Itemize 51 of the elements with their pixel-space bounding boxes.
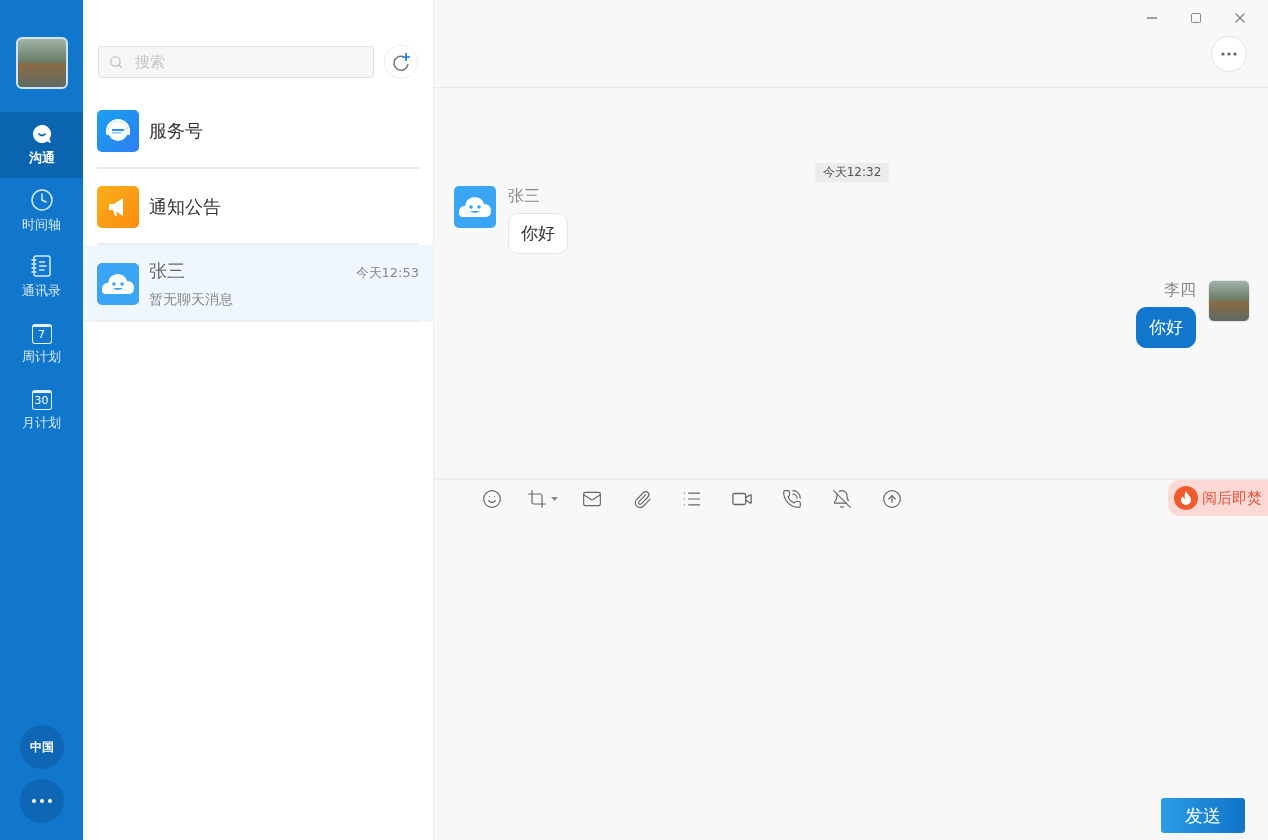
nav-tab[interactable]: 沟通 [0, 112, 83, 178]
headset-robot-icon [97, 110, 139, 152]
clock-icon [29, 188, 54, 212]
book-icon [29, 254, 54, 278]
nav-tab[interactable]: 30 月计划 [0, 376, 83, 442]
nav-label: 周计划 [22, 347, 61, 366]
mail-icon [582, 489, 602, 509]
paperclip-icon [632, 489, 652, 509]
message-preview: 暂无聊天消息 [149, 290, 234, 309]
message-time: 今天12:53 [355, 263, 419, 282]
maximize-icon[interactable] [1190, 12, 1202, 24]
caret-icon [550, 497, 558, 501]
avatar-photo [1208, 280, 1250, 322]
cloud-face-icon [97, 262, 139, 305]
more-button[interactable] [19, 779, 64, 823]
calendar-date-icon: 30 [31, 389, 52, 410]
contact-name: 张三 [149, 258, 185, 283]
nav-label: 沟通 [28, 149, 55, 167]
conversation-name: 服务号 [149, 119, 203, 143]
arrow-up-circle-icon [882, 489, 902, 509]
dots-icon [31, 799, 52, 803]
sender-name: 李四 [1164, 280, 1196, 301]
nav-label: 通讯录 [22, 282, 61, 300]
burn-after-reading-button[interactable]: 阅后即焚 [1168, 480, 1268, 516]
nav-tab[interactable]: 7 周计划 [0, 310, 83, 376]
region-button[interactable]: 中国 [19, 725, 64, 769]
more-button[interactable] [1211, 36, 1247, 72]
flame-icon [1174, 486, 1198, 510]
cloud-face-icon [454, 186, 496, 228]
user-avatar-photo[interactable] [15, 37, 68, 89]
conversation-name: 通知公告 [149, 195, 221, 219]
nav-label: 时间轴 [22, 216, 61, 234]
refresh-plus-icon [391, 52, 411, 72]
search-icon [109, 55, 123, 69]
bell-off-icon [832, 489, 852, 509]
nav-tab[interactable]: 时间轴 [0, 178, 83, 244]
message-bubble: 你好 [508, 213, 568, 254]
send-button[interactable]: 发送 [1161, 798, 1245, 833]
new-chat-button[interactable] [384, 45, 418, 79]
sender-name: 张三 [508, 186, 540, 207]
calendar-date-icon: 7 [31, 323, 52, 344]
smile-icon [482, 489, 502, 509]
chat-bubble-icon [30, 123, 53, 145]
nav-label: 月计划 [22, 413, 61, 432]
phone-icon [782, 489, 802, 509]
crop-icon [526, 489, 547, 509]
nav-tab[interactable]: 通讯录 [0, 244, 83, 310]
dots-icon [1221, 52, 1237, 56]
conversation-item[interactable]: 张三 今天12:53 暂无聊天消息 [83, 245, 433, 322]
message-bubble: 你好 [1136, 307, 1196, 348]
megaphone-icon [97, 186, 139, 228]
